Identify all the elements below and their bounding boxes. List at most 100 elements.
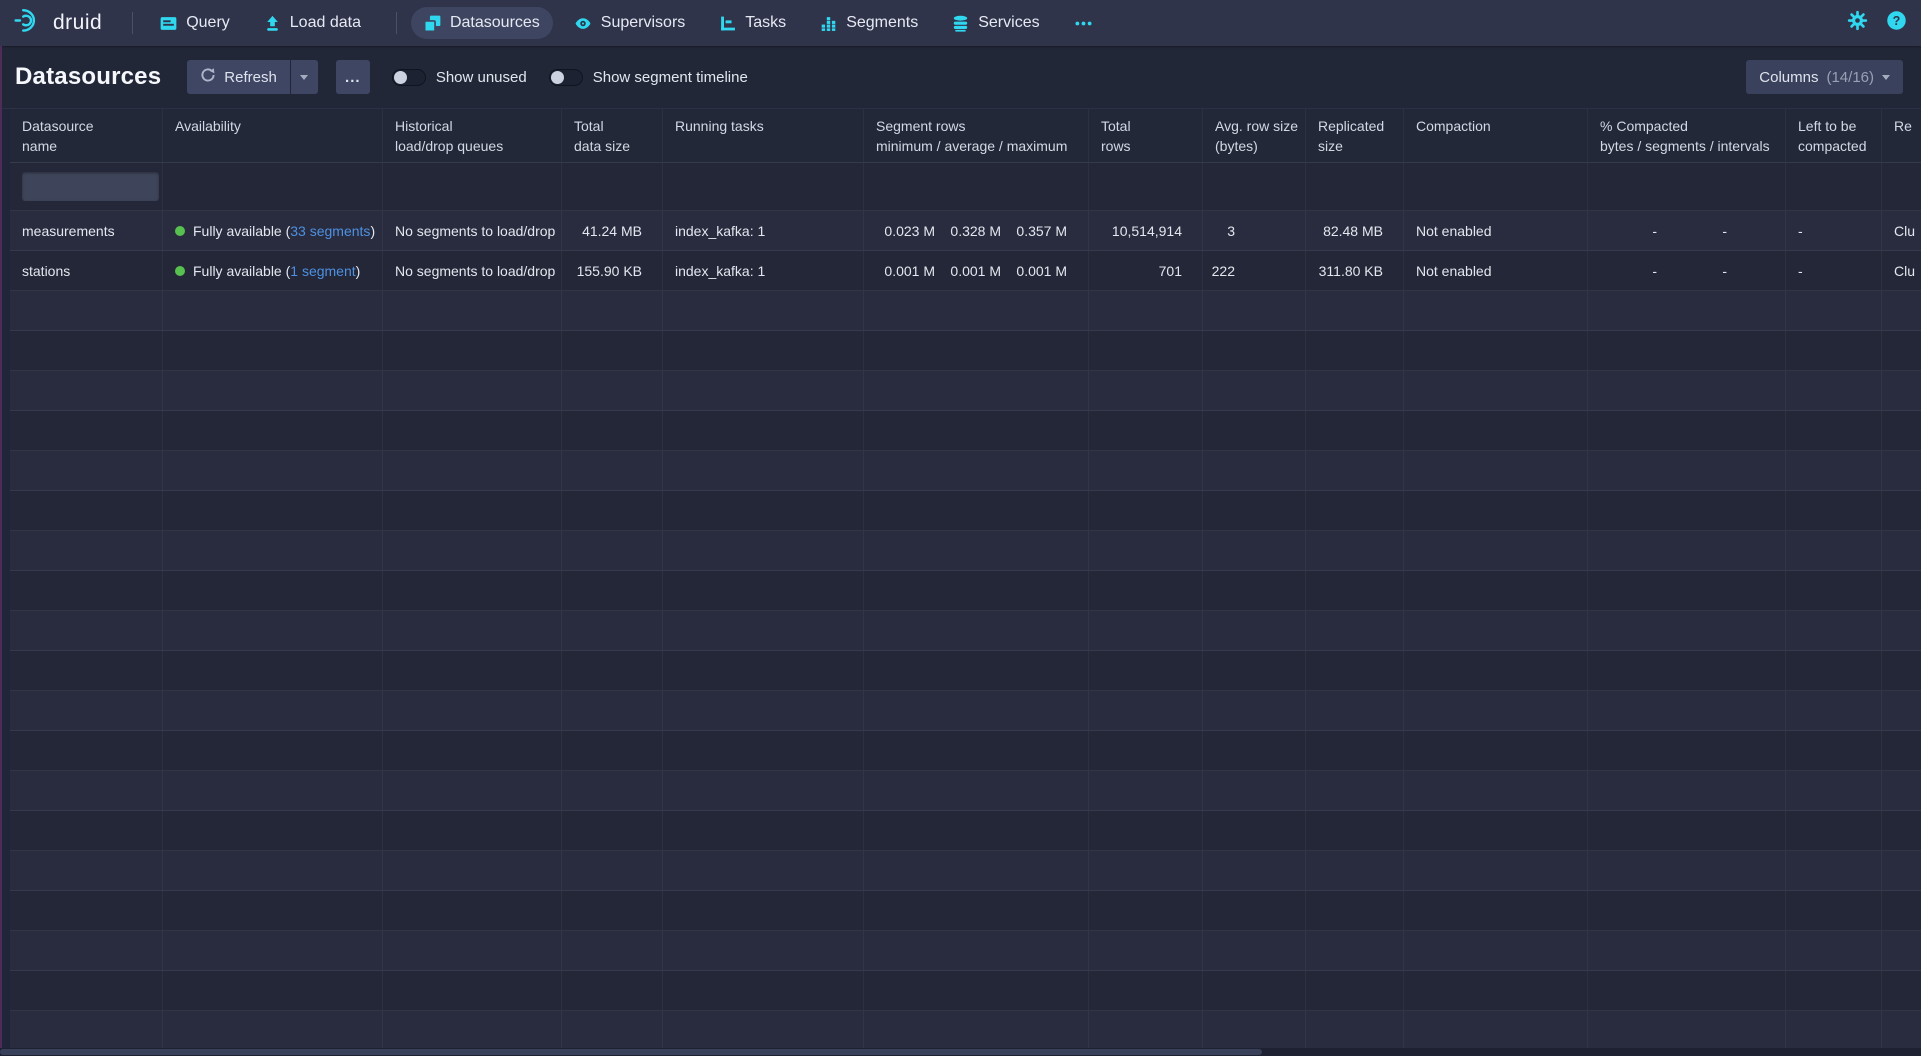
- empty-cell: [663, 851, 864, 890]
- empty-cell: [663, 651, 864, 690]
- filter-cell-left_to_compact: [1786, 163, 1882, 210]
- refresh-button[interactable]: Refresh: [187, 60, 290, 94]
- column-header-replicated_size[interactable]: Replicatedsize: [1306, 109, 1404, 162]
- empty-row: [10, 571, 1921, 611]
- datasource-row-stations[interactable]: stations Fully available (1 segment) No se…: [10, 251, 1921, 291]
- empty-cell: [562, 611, 663, 650]
- empty-cell: [1306, 971, 1404, 1010]
- filter-cell-retention: [1882, 163, 1921, 210]
- empty-cell: [1089, 851, 1203, 890]
- empty-cell: [10, 611, 163, 650]
- column-header-name[interactable]: Datasourcename: [10, 109, 163, 162]
- datasource-name: stations: [22, 263, 70, 279]
- empty-cell: [1089, 531, 1203, 570]
- load-data-icon: [264, 15, 281, 32]
- tasks-icon: [719, 15, 736, 32]
- column-header-segment_rows[interactable]: Segment rowsminimum / average / maximum: [864, 109, 1089, 162]
- more-actions-button[interactable]: ...: [336, 60, 370, 94]
- nav-item-label: Services: [978, 14, 1039, 32]
- empty-cell: [1404, 451, 1588, 490]
- settings-gear-icon[interactable]: [1847, 10, 1868, 36]
- column-header-pct_compacted[interactable]: % Compactedbytes / segments / intervals: [1588, 109, 1786, 162]
- nav-item-query[interactable]: Query: [147, 7, 243, 39]
- empty-cell: [1882, 611, 1921, 650]
- filter-cell-segment_rows: [864, 163, 1089, 210]
- column-header-avg_row_size[interactable]: Avg. row size(bytes): [1203, 109, 1306, 162]
- refresh-button-group: Refresh: [187, 60, 318, 94]
- empty-cell: [1882, 331, 1921, 370]
- help-icon[interactable]: ?: [1886, 10, 1907, 36]
- empty-cell: [1203, 411, 1306, 450]
- segments-link[interactable]: 1 segment: [290, 263, 355, 279]
- column-header-line1: Historical: [395, 116, 557, 136]
- nav-item-load-data[interactable]: Load data: [251, 7, 374, 39]
- nav-item-services[interactable]: Services: [939, 7, 1052, 39]
- nav-item-label: Load data: [290, 14, 361, 32]
- column-header-running_tasks[interactable]: Running tasks: [663, 109, 864, 162]
- datasource-row-measurements[interactable]: measurementsFully available (33 segments…: [10, 211, 1921, 251]
- horizontal-scrollbar-thumb[interactable]: [0, 1049, 1262, 1055]
- show-unused-switch[interactable]: [392, 69, 426, 86]
- show-segment-timeline-switch[interactable]: [549, 69, 583, 86]
- empty-cell: [1786, 731, 1882, 770]
- chevron-down-icon: [300, 75, 308, 80]
- empty-cell: [1404, 651, 1588, 690]
- empty-cell: [1882, 1011, 1921, 1050]
- cell-value: Clu: [1894, 223, 1915, 239]
- cell-name[interactable]: measurements: [10, 211, 163, 250]
- empty-cell: [1786, 611, 1882, 650]
- empty-cell: [663, 371, 864, 410]
- empty-cell: [663, 291, 864, 330]
- nav-item-supervisors[interactable]: Supervisors: [561, 7, 698, 39]
- empty-cell: [864, 371, 1089, 410]
- cell-value: No segments to load/drop: [395, 263, 555, 279]
- empty-cell: [864, 531, 1089, 570]
- empty-cell: [1203, 971, 1306, 1010]
- cell-availability: Fully available (1 segment): [163, 251, 383, 290]
- nav-item-datasources[interactable]: Datasources: [411, 7, 553, 39]
- empty-cell: [864, 931, 1089, 970]
- column-header-retention[interactable]: Re: [1882, 109, 1921, 162]
- empty-cell: [163, 611, 383, 650]
- toggle-show-segment-timeline[interactable]: Show segment timeline: [549, 69, 748, 86]
- empty-cell: [1089, 731, 1203, 770]
- nav-item-segments[interactable]: Segments: [807, 7, 931, 39]
- empty-cell: [1786, 851, 1882, 890]
- empty-cell: [864, 651, 1089, 690]
- empty-cell: [1203, 931, 1306, 970]
- empty-cell: [864, 571, 1089, 610]
- column-header-total_rows[interactable]: Totalrows: [1089, 109, 1203, 162]
- empty-cell: [1306, 1011, 1404, 1050]
- horizontal-scrollbar[interactable]: [0, 1048, 1921, 1056]
- nav-item-more[interactable]: [1061, 8, 1106, 39]
- column-header-availability[interactable]: Availability: [163, 109, 383, 162]
- empty-row: [10, 491, 1921, 531]
- cell-name[interactable]: stations: [10, 251, 163, 290]
- druid-console: druid Query Load data DatasourcesSuperviso…: [0, 0, 1921, 1056]
- segments-link[interactable]: 33 segments: [290, 223, 370, 239]
- empty-cell: [1786, 931, 1882, 970]
- column-header-line1: Left to be: [1798, 116, 1877, 136]
- cell-value: 311.80 KB: [1319, 263, 1383, 279]
- show-unused-label: Show unused: [436, 69, 527, 86]
- empty-cell: [383, 331, 562, 370]
- nav-item-tasks[interactable]: Tasks: [706, 7, 799, 39]
- nav-items: Query Load data DatasourcesSupervisorsTask…: [147, 0, 1113, 46]
- table-header-row: DatasourcenameAvailabilityHistoricalload…: [10, 109, 1921, 163]
- toggle-show-unused[interactable]: Show unused: [392, 69, 527, 86]
- empty-cell: [1882, 491, 1921, 530]
- refresh-options-button[interactable]: [291, 60, 318, 94]
- column-header-left_to_compact[interactable]: Left to becompacted: [1786, 109, 1882, 162]
- column-header-total_data_size[interactable]: Totaldata size: [562, 109, 663, 162]
- druid-logo[interactable]: druid: [14, 7, 102, 39]
- empty-cell: [1203, 891, 1306, 930]
- empty-cell: [383, 411, 562, 450]
- column-header-compaction[interactable]: Compaction: [1404, 109, 1588, 162]
- column-header-line2: minimum / average / maximum: [876, 136, 1084, 156]
- cell-left_to_compact: -: [1786, 211, 1882, 250]
- columns-picker-button[interactable]: Columns (14/16): [1746, 60, 1903, 94]
- cell-value: No segments to load/drop: [395, 223, 555, 239]
- cell-value: 82.48 MB: [1323, 223, 1383, 239]
- column-header-load_drop[interactable]: Historicalload/drop queues: [383, 109, 562, 162]
- datasource-name-filter-input[interactable]: [22, 172, 159, 201]
